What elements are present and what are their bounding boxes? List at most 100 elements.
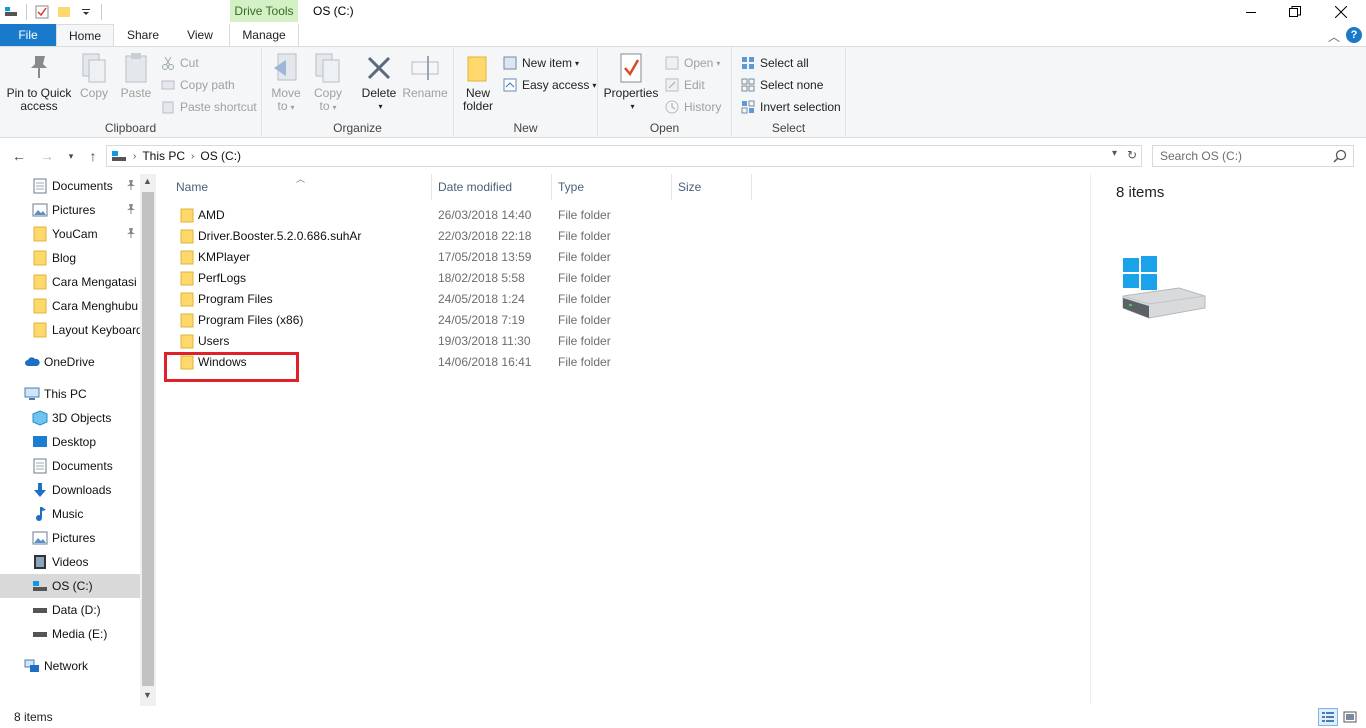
rename-label: Rename xyxy=(402,86,448,100)
sidebar-item-youcam[interactable]: YouCam xyxy=(0,222,140,246)
sidebar-item-label: YouCam xyxy=(52,227,98,241)
drive-small-icon[interactable] xyxy=(0,1,22,23)
column-header-name[interactable]: Name xyxy=(170,174,432,200)
drive-icon xyxy=(32,626,48,642)
close-button[interactable] xyxy=(1318,0,1364,24)
search-input[interactable] xyxy=(1160,149,1330,163)
pin-to-quick-access-button[interactable]: Pin to Quick access xyxy=(6,51,72,113)
sidebar-item-documents[interactable]: Documents xyxy=(0,454,140,478)
scissors-icon xyxy=(160,55,176,71)
sidebar-item-data-d[interactable]: Data (D:) xyxy=(0,598,140,622)
navigation-pane-scrollbar[interactable]: ▲ ▼ xyxy=(140,174,156,706)
new-folder-button[interactable]: New folder xyxy=(460,51,496,113)
restore-button[interactable] xyxy=(1272,0,1318,24)
new-folder-qat-icon[interactable] xyxy=(53,1,75,23)
select-all-button[interactable]: Select all xyxy=(740,53,809,73)
breadcrumb-this-pc[interactable]: This PC xyxy=(142,149,185,163)
new-item-button[interactable]: New item ▾ xyxy=(502,53,579,73)
up-button[interactable]: ↑ xyxy=(84,146,102,166)
folder-icon xyxy=(32,226,48,242)
breadcrumb-separator-icon[interactable]: › xyxy=(133,151,136,162)
sidebar-item-label: Data (D:) xyxy=(52,603,101,617)
sidebar-item-os-c[interactable]: OS (C:) xyxy=(0,574,140,598)
chevron-down-icon: ▾ xyxy=(68,150,74,161)
tab-manage[interactable]: Manage xyxy=(229,24,299,46)
address-bar[interactable]: › This PC › OS (C:) ▾ ↻ xyxy=(106,145,1142,167)
table-row[interactable]: Program Files 24/05/2018 1:24 File folde… xyxy=(164,289,754,310)
sidebar-item-downloads[interactable]: Downloads xyxy=(0,478,140,502)
sidebar-item-label: Music xyxy=(52,507,84,521)
details-view-button[interactable] xyxy=(1318,708,1338,726)
table-row[interactable]: Windows 14/06/2018 16:41 File folder xyxy=(164,352,754,373)
breadcrumb-os-c[interactable]: OS (C:) xyxy=(200,149,241,163)
customize-qat-icon[interactable] xyxy=(75,1,97,23)
tab-view[interactable]: View xyxy=(172,24,228,46)
cut-button[interactable]: Cut xyxy=(160,53,199,73)
scroll-down-icon[interactable]: ▼ xyxy=(143,690,152,700)
item-count: 8 items xyxy=(1116,184,1165,201)
delete-button[interactable]: Delete ▾ xyxy=(358,51,400,113)
table-row[interactable]: AMD 26/03/2018 14:40 File folder xyxy=(164,205,754,226)
sidebar-item-cara-menghubu[interactable]: Cara Menghubu xyxy=(0,294,140,318)
tab-file[interactable]: File xyxy=(0,24,56,46)
large-icons-view-button[interactable] xyxy=(1340,708,1360,726)
delete-label: Delete xyxy=(361,86,397,100)
sidebar-item-onedrive[interactable]: OneDrive xyxy=(0,350,140,374)
sidebar-item-pictures[interactable]: Pictures xyxy=(0,526,140,550)
folder-icon xyxy=(180,313,194,331)
table-row[interactable]: Program Files (x86) 24/05/2018 7:19 File… xyxy=(164,310,754,331)
breadcrumb-separator-icon[interactable]: › xyxy=(191,151,194,162)
large-icons-view-icon xyxy=(1343,711,1357,723)
properties-button[interactable]: Properties ▾ xyxy=(604,51,658,113)
scrollbar-thumb[interactable] xyxy=(142,192,154,686)
table-row[interactable]: KMPlayer 17/05/2018 13:59 File folder xyxy=(164,247,754,268)
column-header-size[interactable]: Size xyxy=(672,174,752,200)
tab-share[interactable]: Share xyxy=(114,24,172,46)
sidebar-item-music[interactable]: Music xyxy=(0,502,140,526)
sidebar-item-layout-keyboard[interactable]: Layout Keyboard xyxy=(0,318,140,342)
back-button[interactable]: ← xyxy=(10,146,28,166)
sidebar-item-cara-mengatasi[interactable]: Cara Mengatasi xyxy=(0,270,140,294)
minimize-button[interactable] xyxy=(1228,0,1274,24)
sidebar-item-pictures-quick[interactable]: Pictures xyxy=(0,198,140,222)
rename-button[interactable]: Rename xyxy=(402,51,448,100)
scroll-up-icon[interactable]: ▲ xyxy=(143,176,152,186)
sidebar-item-desktop[interactable]: Desktop xyxy=(0,430,140,454)
edit-icon xyxy=(664,77,680,93)
sidebar-item-blog[interactable]: Blog xyxy=(0,246,140,270)
easy-access-button[interactable]: Easy access ▾ xyxy=(502,75,596,95)
search-box[interactable] xyxy=(1152,145,1354,167)
history-button[interactable]: History xyxy=(664,97,721,117)
edit-button[interactable]: Edit xyxy=(664,75,705,95)
pin-icon xyxy=(126,227,136,242)
open-button[interactable]: Open ▾ xyxy=(664,53,720,73)
move-to-button[interactable]: Move to ▾ xyxy=(268,51,304,114)
sidebar-item-network[interactable]: Network xyxy=(0,654,140,678)
sidebar-item-label: Pictures xyxy=(52,531,96,545)
sidebar-item-3d-objects[interactable]: 3D Objects xyxy=(0,406,140,430)
help-icon[interactable]: ? xyxy=(1346,27,1362,43)
refresh-icon[interactable]: ↻ xyxy=(1127,148,1137,162)
table-row[interactable]: Driver.Booster.5.2.0.686.suhAr 22/03/201… xyxy=(164,226,754,247)
select-none-button[interactable]: Select none xyxy=(740,75,823,95)
paste-shortcut-button[interactable]: Paste shortcut xyxy=(160,97,257,117)
sidebar-item-documents-quick[interactable]: Documents xyxy=(0,174,140,198)
copy-to-button[interactable]: Copy to ▾ xyxy=(310,51,346,114)
address-dropdown-icon[interactable]: ▾ xyxy=(1112,148,1117,159)
table-row[interactable]: PerfLogs 18/02/2018 5:58 File folder xyxy=(164,268,754,289)
properties-qat-icon[interactable] xyxy=(31,1,53,23)
forward-button[interactable]: → xyxy=(38,146,56,166)
tab-home[interactable]: Home xyxy=(56,24,114,46)
copy-path-button[interactable]: Copy path xyxy=(160,75,235,95)
sidebar-item-videos[interactable]: Videos xyxy=(0,550,140,574)
recent-locations-button[interactable]: ▾ xyxy=(64,146,78,166)
paste-button[interactable]: Paste xyxy=(118,51,154,100)
invert-selection-button[interactable]: Invert selection xyxy=(740,97,841,117)
table-row[interactable]: Users 19/03/2018 11:30 File folder xyxy=(164,331,754,352)
copy-button[interactable]: Copy xyxy=(76,51,112,100)
chevron-up-icon[interactable]: ︿ xyxy=(1328,28,1340,45)
sidebar-item-media-e[interactable]: Media (E:) xyxy=(0,622,140,646)
column-header-type[interactable]: Type xyxy=(552,174,672,200)
sidebar-item-this-pc[interactable]: This PC xyxy=(0,382,140,406)
column-header-date-modified[interactable]: Date modified xyxy=(432,174,552,200)
